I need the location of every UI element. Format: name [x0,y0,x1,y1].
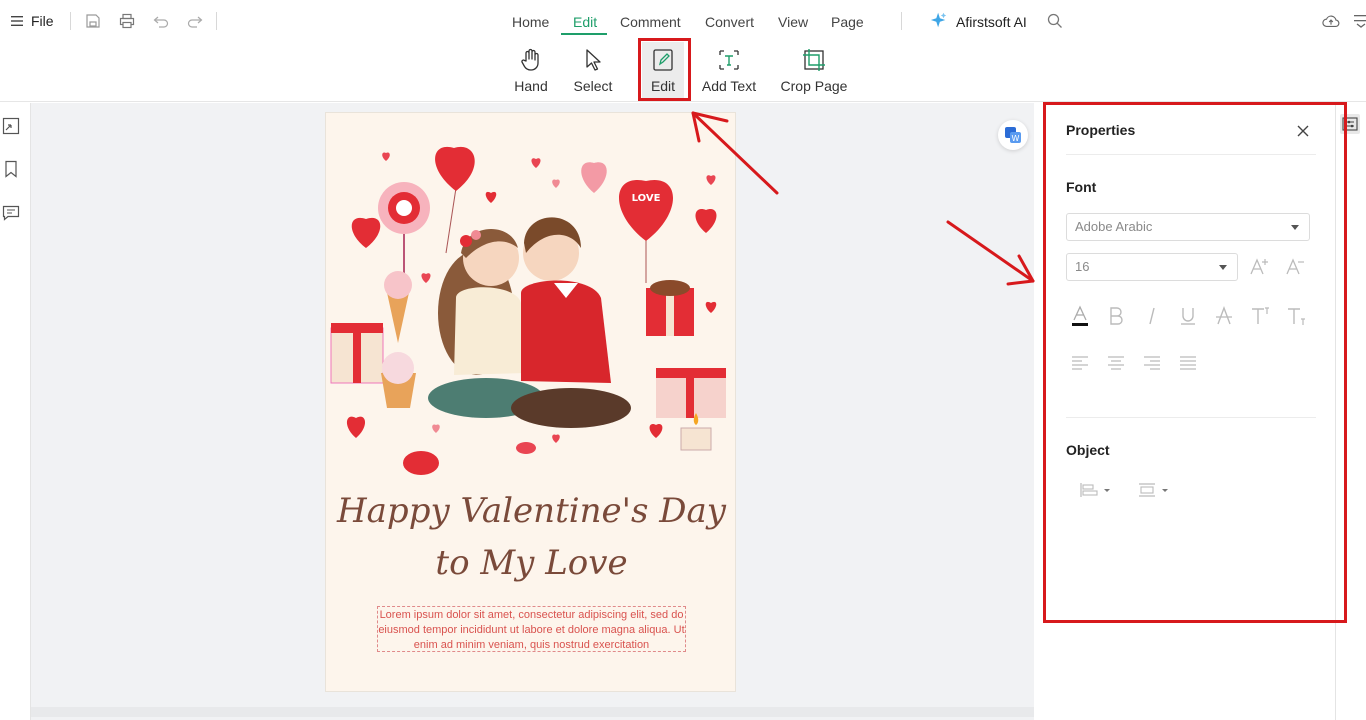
active-tab-indicator [561,33,607,35]
object-section-heading: Object [1066,442,1110,458]
distribute-objects-dropdown[interactable] [1138,482,1172,498]
undo-icon[interactable] [152,12,170,30]
save-icon[interactable] [84,12,102,30]
close-icon[interactable] [1295,123,1311,139]
edit-tool-button[interactable]: Edit [642,42,684,98]
add-text-tool-label: Add Text [701,78,757,94]
font-color-icon[interactable] [1069,305,1091,327]
cloud-upload-icon[interactable] [1322,12,1340,30]
tab-comment[interactable]: Comment [620,14,681,30]
separator [216,12,217,30]
separator [70,12,71,30]
increase-font-size-icon[interactable] [1248,256,1270,278]
justify-icon[interactable] [1177,352,1199,374]
font-section-heading: Font [1066,179,1097,195]
chevron-down-icon [1219,265,1227,270]
separator [901,12,902,30]
top-menu-bar: File Home Edit Comment Convert View Page… [0,0,1366,42]
ribbon-toolbar: Hand Select Edit Add Text Crop Page [0,42,1366,102]
properties-panel: Properties Font Adobe Arabic 16 Object [1045,103,1335,720]
bold-icon[interactable] [1105,305,1127,327]
thumbnail-icon[interactable] [2,117,20,135]
select-tool-button[interactable]: Select [570,42,616,98]
decrease-font-size-icon[interactable] [1284,256,1306,278]
tab-home[interactable]: Home [512,14,549,30]
tab-convert[interactable]: Convert [705,14,754,30]
heading-line-1: Happy Valentine's Day [337,491,726,531]
subscript-icon[interactable] [1285,305,1307,327]
translate-icon[interactable]: W [998,120,1028,150]
tab-edit[interactable]: Edit [573,14,597,30]
editable-text-block[interactable]: Lorem ipsum dolor sit amet, consectetur … [377,606,686,652]
svg-text:W: W [1012,134,1020,143]
pdf-page[interactable]: LOVE Happy Valentine's Day to My Love Lo… [325,112,736,692]
divider [1066,154,1316,155]
right-sidebar-rail [1335,103,1366,720]
ai-assistant-button[interactable]: Afirstsoft AI [956,14,1027,30]
add-text-tool-button[interactable]: Add Text [698,42,760,98]
align-right-icon[interactable] [1141,352,1163,374]
align-objects-dropdown[interactable] [1080,482,1114,498]
crop-page-tool-button[interactable]: Crop Page [779,42,849,98]
cursor-icon [583,46,603,74]
crop-icon [802,46,826,74]
font-family-value: Adobe Arabic [1075,219,1153,234]
hand-tool-label: Hand [514,78,548,94]
heading-line-2: to My Love [435,543,628,583]
redo-icon[interactable] [186,12,204,30]
properties-toggle-icon[interactable] [1340,114,1360,134]
font-size-select[interactable]: 16 [1066,253,1238,281]
font-family-select[interactable]: Adobe Arabic [1066,213,1310,241]
divider [1066,417,1316,418]
add-text-icon [717,46,741,74]
tab-view[interactable]: View [778,14,808,30]
comment-icon[interactable] [2,204,20,222]
italic-icon[interactable] [1141,305,1163,327]
panel-title: Properties [1066,122,1136,138]
crop-page-tool-label: Crop Page [780,78,848,94]
superscript-icon[interactable] [1249,305,1271,327]
sparkle-icon [930,11,948,29]
hand-icon [520,46,542,74]
print-icon[interactable] [118,12,136,30]
chevron-down-icon [1291,225,1299,230]
underline-icon[interactable] [1177,305,1199,327]
edit-icon [652,46,674,74]
select-tool-label: Select [573,78,613,94]
tab-page[interactable]: Page [831,14,864,30]
menu-collapse-icon[interactable] [1352,12,1366,30]
bookmark-icon[interactable] [2,160,20,178]
align-left-icon[interactable] [1069,352,1091,374]
valentine-illustration: LOVE [330,146,726,475]
font-size-value: 16 [1075,259,1090,274]
file-menu[interactable]: File [31,13,54,29]
strikethrough-icon[interactable] [1213,305,1235,327]
edit-tool-label: Edit [650,78,676,94]
horizontal-scrollbar[interactable] [31,707,1034,717]
align-center-icon[interactable] [1105,352,1127,374]
search-icon[interactable] [1046,12,1064,30]
balloon-text: LOVE [632,193,661,204]
left-sidebar-rail [0,103,31,720]
hamburger-icon[interactable] [9,12,27,30]
hand-tool-button[interactable]: Hand [508,42,554,98]
